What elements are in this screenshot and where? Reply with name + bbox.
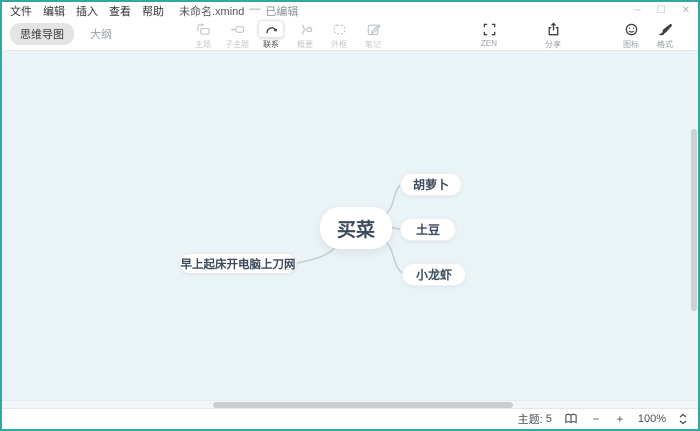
notes-label: 笔记 [365,39,381,50]
summary-icon [292,20,318,38]
share-group: 分享 [536,18,570,51]
view-tabs: 思维导图 大纲 [10,23,122,45]
notes-icon [360,20,386,38]
topic-carrot[interactable]: 胡萝卜 [400,173,462,196]
relationship-icon [258,20,284,38]
mindmap-canvas[interactable]: 买菜 胡萝卜 土豆 小龙虾 早上起床开电脑上刀网 [2,51,698,408]
menu-view[interactable]: 查看 [109,3,131,19]
summary-label: 概要 [297,39,313,50]
zoom-out-button[interactable]: − [590,412,602,426]
zoom-in-button[interactable]: + [614,412,626,426]
horizontal-scrollbar-track[interactable] [2,400,698,408]
boundary-icon [326,20,352,38]
minimize-button[interactable]: ─ [634,5,641,16]
updown-chevrons-icon [678,413,688,425]
relationship-button[interactable]: 联系 [254,18,288,51]
topic-left-branch[interactable]: 早上起床开电脑上刀网 [179,253,297,274]
topic-tools: 主题 子主题 联系 [186,18,390,51]
zen-mode-button[interactable]: ZEN [472,18,506,51]
boundary-button[interactable]: 外框 [322,18,356,51]
panel-toggles: 图标 格式 [614,18,682,51]
topic-count: 主题: 5 [518,411,552,427]
zen-label: ZEN [481,39,497,48]
tab-outline[interactable]: 大纲 [80,23,122,45]
document-filename: 未命名.xmind [179,3,244,19]
marker-button[interactable]: 图标 [614,18,648,51]
subtopic-button[interactable]: 子主题 [220,18,254,51]
topic-count-label: 主题: [518,411,543,427]
open-book-icon [564,413,578,425]
share-label: 分享 [545,39,561,50]
zen-mode-icon [476,20,502,38]
marker-label: 图标 [623,39,639,50]
topic-crayfish[interactable]: 小龙虾 [402,263,466,286]
topic-button[interactable]: 主题 [186,18,220,51]
edit-status: 已编辑 [265,3,298,19]
boundary-label: 外框 [331,39,347,50]
menu-file[interactable]: 文件 [10,3,32,19]
horizontal-scrollbar-thumb[interactable] [213,402,513,408]
share-icon [540,20,566,38]
zen-group: ZEN [472,18,506,51]
document-title: 未命名.xmind — 已编辑 [179,3,298,19]
format-button[interactable]: 格式 [648,18,682,51]
subtopic-icon [224,20,250,38]
summary-button[interactable]: 概要 [288,18,322,51]
menubar: 文件 编辑 插入 查看 帮助 未命名.xmind — 已编辑 ─ ☐ ✕ [2,2,698,18]
fit-zoom-button[interactable] [678,413,688,425]
toolbar: 思维导图 大纲 主题 [2,18,698,51]
central-topic[interactable]: 买菜 [320,207,392,249]
paintbrush-icon [652,20,678,38]
zoom-level[interactable]: 100% [638,413,666,425]
close-button[interactable]: ✕ [682,5,690,16]
menu-edit[interactable]: 编辑 [43,3,65,19]
title-separator: — [249,3,260,19]
subtopic-label: 子主题 [225,39,249,50]
xmind-window: 文件 编辑 插入 查看 帮助 未命名.xmind — 已编辑 ─ ☐ ✕ 思维导… [0,0,700,431]
vertical-scrollbar[interactable] [691,129,697,311]
topic-count-value: 5 [546,413,552,425]
statusbar: 主题: 5 − + 100% [2,408,698,429]
menu-insert[interactable]: 插入 [76,3,98,19]
smiley-marker-icon [618,20,644,38]
notes-button[interactable]: 笔记 [356,18,390,51]
relationship-label: 联系 [263,39,279,50]
topic-label: 主题 [195,39,211,50]
maximize-button[interactable]: ☐ [657,5,666,16]
menu-help[interactable]: 帮助 [142,3,164,19]
format-label: 格式 [657,39,673,50]
topic-potato[interactable]: 土豆 [400,218,456,241]
map-overview-button[interactable] [564,413,578,425]
topic-icon [190,20,216,38]
share-button[interactable]: 分享 [536,18,570,51]
tab-mindmap[interactable]: 思维导图 [10,23,74,45]
window-controls: ─ ☐ ✕ [634,4,690,16]
